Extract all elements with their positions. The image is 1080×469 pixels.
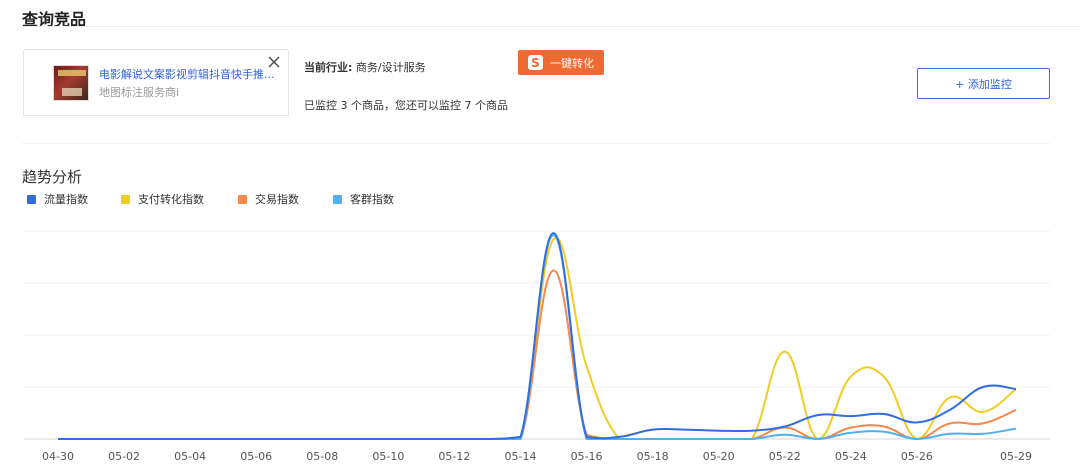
- x-tick-label: 05-12: [438, 450, 470, 463]
- x-tick-label: 05-02: [108, 450, 140, 463]
- legend-item[interactable]: 客群指数: [333, 191, 394, 207]
- x-tick-label: 05-24: [835, 450, 867, 463]
- industry-value: 商务/设计服务: [355, 61, 426, 74]
- legend-swatch: [27, 194, 36, 204]
- one-click-convert-button[interactable]: S 一键转化: [518, 50, 604, 75]
- legend-item[interactable]: 流量指数: [27, 191, 88, 207]
- industry-info: 当前行业: 商务/设计服务: [304, 59, 426, 75]
- x-tick-label: 04-30: [42, 450, 74, 463]
- x-tick-label: 05-22: [769, 450, 801, 463]
- product-card[interactable]: 电影解说文案影视剪辑抖音快手推... 地图标注服务商i: [23, 49, 289, 116]
- product-thumbnail: [53, 65, 89, 101]
- product-shop-name: 地图标注服务商i: [99, 86, 180, 99]
- x-tick-label: 05-08: [306, 450, 338, 463]
- industry-label: 当前行业:: [304, 61, 353, 74]
- legend-label: 支付转化指数: [138, 193, 204, 206]
- section-divider: [22, 143, 1050, 144]
- legend-label: 流量指数: [44, 193, 88, 206]
- x-tick-label: 05-14: [504, 450, 536, 463]
- legend-swatch: [121, 194, 130, 204]
- trend-analysis-title: 趋势分析: [22, 168, 83, 186]
- x-tick-label: 05-18: [637, 450, 669, 463]
- legend-label: 交易指数: [255, 193, 299, 206]
- x-tick-label: 05-16: [571, 450, 603, 463]
- legend-label: 客群指数: [350, 193, 394, 206]
- trend-line-chart: 04-30 05-02 05-04 05-06 05-08 05-10 05-12 05-14…: [24, 230, 1050, 463]
- add-monitor-button[interactable]: + 添加监控: [917, 68, 1050, 99]
- header-divider: [22, 26, 1080, 27]
- close-icon[interactable]: [267, 55, 281, 69]
- x-tick-label: 05-10: [372, 450, 404, 463]
- legend-swatch: [333, 194, 342, 204]
- x-tick-label: 05-26: [901, 450, 933, 463]
- x-tick-label: 05-04: [174, 450, 206, 463]
- product-name-link[interactable]: 电影解说文案影视剪辑抖音快手推...: [99, 66, 284, 82]
- legend-item[interactable]: 交易指数: [238, 191, 299, 207]
- chart-legend: 流量指数 支付转化指数 交易指数 客群指数: [27, 191, 418, 207]
- x-tick-label: 05-06: [240, 450, 272, 463]
- convert-icon: S: [528, 55, 543, 70]
- legend-item[interactable]: 支付转化指数: [121, 191, 204, 207]
- x-tick-label: 05-29: [1000, 450, 1032, 463]
- convert-button-label: 一键转化: [550, 56, 594, 70]
- legend-swatch: [238, 194, 247, 204]
- monitor-count-text: 已监控 3 个商品，您还可以监控 7 个商品: [304, 99, 508, 112]
- x-tick-label: 05-20: [703, 450, 735, 463]
